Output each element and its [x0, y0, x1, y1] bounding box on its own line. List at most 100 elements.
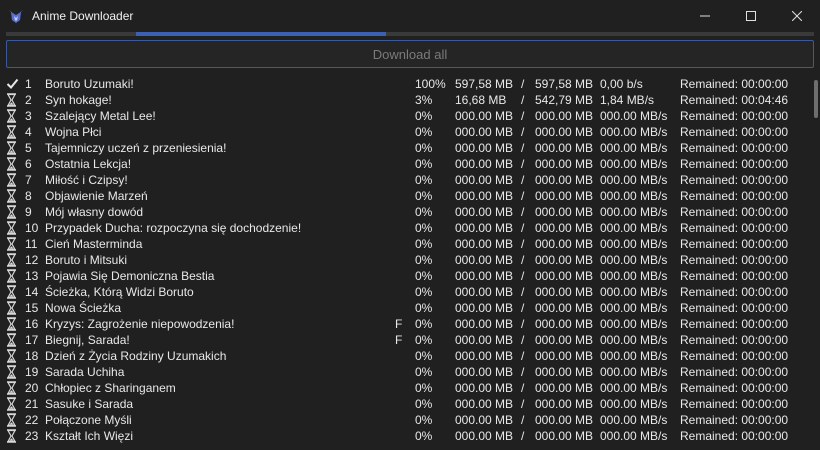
episode-row[interactable]: 1 Boruto Uzumaki! 100% 597,58 MB / 597,58 MB 0… [0, 76, 812, 92]
episode-title: Objawienie Marzeń [45, 189, 148, 203]
scrollbar-thumb[interactable] [814, 80, 818, 118]
episode-title: Połączone Myśli [45, 413, 132, 427]
minimize-button[interactable] [682, 0, 728, 32]
size-separator: / [521, 349, 525, 363]
episode-downloaded: 000.00 MB [455, 221, 514, 235]
episode-total-size: 000.00 MB [535, 349, 594, 363]
episode-remaining: Remained: 00:00:00 [680, 269, 789, 283]
episode-row[interactable]: 11 Cień Masterminda 0% 000.00 MB / 000.00 MB 0… [0, 236, 812, 252]
episode-speed: 000.00 MB/s [600, 381, 668, 395]
size-separator: / [521, 317, 525, 331]
episode-row[interactable]: 16 Kryzys: Zagrożenie niepowodzenia! F 0% 00… [0, 316, 812, 332]
episode-title: Sasuke i Sarada [45, 397, 134, 411]
episode-number: 22 [25, 413, 39, 427]
episode-title: Pojawia Się Demoniczna Bestia [45, 269, 215, 283]
episode-title: Biegnij, Sarada! [45, 333, 130, 347]
episode-percent: 0% [415, 269, 433, 283]
episode-row[interactable]: 12 Boruto i Mitsuki 0% 000.00 MB / 000.00 MB 0… [0, 252, 812, 268]
episode-remaining: Remained: 00:00:00 [680, 429, 789, 443]
episode-percent: 0% [415, 253, 433, 267]
episode-speed: 000.00 MB/s [600, 301, 668, 315]
episode-row[interactable]: 22 Połączone Myśli 0% 000.00 MB / 000.00 MB 00… [0, 412, 812, 428]
episode-title: Tajemniczy uczeń z przeniesienia! [45, 141, 227, 155]
episode-percent: 0% [415, 189, 433, 203]
episode-downloaded: 000.00 MB [455, 301, 514, 315]
size-separator: / [521, 397, 525, 411]
episode-remaining: Remained: 00:00:00 [680, 381, 789, 395]
episode-title: Chłopiec z Sharinganem [45, 381, 176, 395]
episode-remaining: Remained: 00:04:46 [680, 93, 789, 107]
episode-downloaded: 000.00 MB [455, 317, 514, 331]
download-all-button[interactable]: Download all [6, 40, 814, 68]
close-button[interactable] [774, 0, 820, 32]
episode-row[interactable]: 23 Kształt Ich Więzi 0% 000.00 MB / 000.00 MB… [0, 428, 812, 444]
episode-downloaded: 000.00 MB [455, 429, 514, 443]
episode-row[interactable]: 14 Ścieżka, Którą Widzi Boruto 0% 000.00 MB… [0, 284, 812, 300]
episode-total-size: 000.00 MB [535, 285, 594, 299]
episode-row[interactable]: 3 Szalejący Metal Lee! 0% 000.00 MB / 000.00 … [0, 108, 812, 124]
episode-row[interactable]: 18 Dzień z Życia Rodziny Uzumakich 0% 000.0… [0, 348, 812, 364]
episode-row[interactable]: 2 Syn hokage! 3% 16,68 MB / 542,79 MB 1,84 MB/… [0, 92, 812, 108]
episode-speed: 000.00 MB/s [600, 205, 668, 219]
app-logo-icon [8, 8, 24, 24]
episode-total-size: 000.00 MB [535, 333, 594, 347]
episode-row[interactable]: 6 Ostatnia Lekcja! 0% 000.00 MB / 000.00 MB 00… [0, 156, 812, 172]
episode-total-size: 000.00 MB [535, 157, 594, 171]
title-bar[interactable]: Anime Downloader [0, 0, 820, 32]
episode-row[interactable]: 10 Przypadek Ducha: rozpoczyna się dochod… [0, 220, 812, 236]
hourglass-icon [6, 156, 20, 172]
episode-total-size: 000.00 MB [535, 413, 594, 427]
episode-number: 20 [25, 381, 39, 395]
episode-percent: 0% [415, 413, 433, 427]
episode-speed: 000.00 MB/s [600, 237, 668, 251]
episode-row[interactable]: 15 Nowa Ścieżka 0% 000.00 MB / 000.00 MB 000.0… [0, 300, 812, 316]
episode-row[interactable]: 7 Miłość i Czipsy! 0% 000.00 MB / 000.00 MB 00… [0, 172, 812, 188]
scrollbar[interactable] [812, 76, 820, 450]
episode-remaining: Remained: 00:00:00 [680, 349, 789, 363]
episode-downloaded: 000.00 MB [455, 173, 514, 187]
episode-row[interactable]: 4 Wojna Płci 0% 000.00 MB / 000.00 MB 000.00 M… [0, 124, 812, 140]
episode-number: 19 [25, 365, 39, 379]
maximize-button[interactable] [728, 0, 774, 32]
episode-percent: 0% [415, 125, 433, 139]
episode-flag: F [395, 317, 403, 331]
size-separator: / [521, 381, 525, 395]
episode-row[interactable]: 17 Biegnij, Sarada! F 0% 000.00 MB / 000.00 MB… [0, 332, 812, 348]
episode-downloaded: 597,58 MB [455, 77, 514, 91]
episode-number: 15 [25, 301, 39, 315]
episode-speed: 000.00 MB/s [600, 285, 668, 299]
hourglass-icon [6, 252, 20, 268]
episode-percent: 0% [415, 221, 433, 235]
episode-total-size: 000.00 MB [535, 221, 594, 235]
episode-row[interactable]: 19 Sarada Uchiha 0% 000.00 MB / 000.00 MB 000.… [0, 364, 812, 380]
hourglass-icon [6, 348, 20, 364]
episode-remaining: Remained: 00:00:00 [680, 141, 789, 155]
size-separator: / [521, 301, 525, 315]
episode-percent: 0% [415, 285, 433, 299]
episode-downloaded: 000.00 MB [455, 109, 514, 123]
overall-progress-bar [6, 32, 814, 36]
episode-list[interactable]: 1 Boruto Uzumaki! 100% 597,58 MB/597,58 MB 0… [0, 76, 812, 450]
episode-total-size: 000.00 MB [535, 365, 594, 379]
hourglass-icon [6, 220, 20, 236]
episode-number: 17 [25, 333, 39, 347]
episode-row[interactable]: 13 Pojawia Się Demoniczna Bestia 0% 000.00 … [0, 268, 812, 284]
episode-title: Boruto Uzumaki! [45, 77, 134, 91]
hourglass-icon [6, 412, 20, 428]
episode-total-size: 000.00 MB [535, 173, 594, 187]
episode-title: Cień Masterminda [45, 237, 143, 251]
episode-row[interactable]: 8 Objawienie Marzeń 0% 000.00 MB / 000.00 MB 0… [0, 188, 812, 204]
episode-number: 21 [25, 397, 39, 411]
episode-row[interactable]: 5 Tajemniczy uczeń z przeniesienia! 0% 000.… [0, 140, 812, 156]
episode-row[interactable]: 21 Sasuke i Sarada 0% 000.00 MB / 000.00 MB 00… [0, 396, 812, 412]
checkmark-icon [6, 76, 20, 92]
episode-row[interactable]: 20 Chłopiec z Sharinganem 0% 000.00 MB / 000.… [0, 380, 812, 396]
episode-number: 3 [25, 109, 32, 123]
episode-number: 9 [25, 205, 32, 219]
episode-row[interactable]: 9 Mój własny dowód 0% 000.00 MB / 000.00 MB 00… [0, 204, 812, 220]
episode-title: Dzień z Życia Rodziny Uzumakich [45, 349, 227, 363]
episode-percent: 0% [415, 317, 433, 331]
episode-remaining: Remained: 00:00:00 [680, 125, 789, 139]
episode-remaining: Remained: 00:00:00 [680, 333, 789, 347]
hourglass-icon [6, 284, 20, 300]
